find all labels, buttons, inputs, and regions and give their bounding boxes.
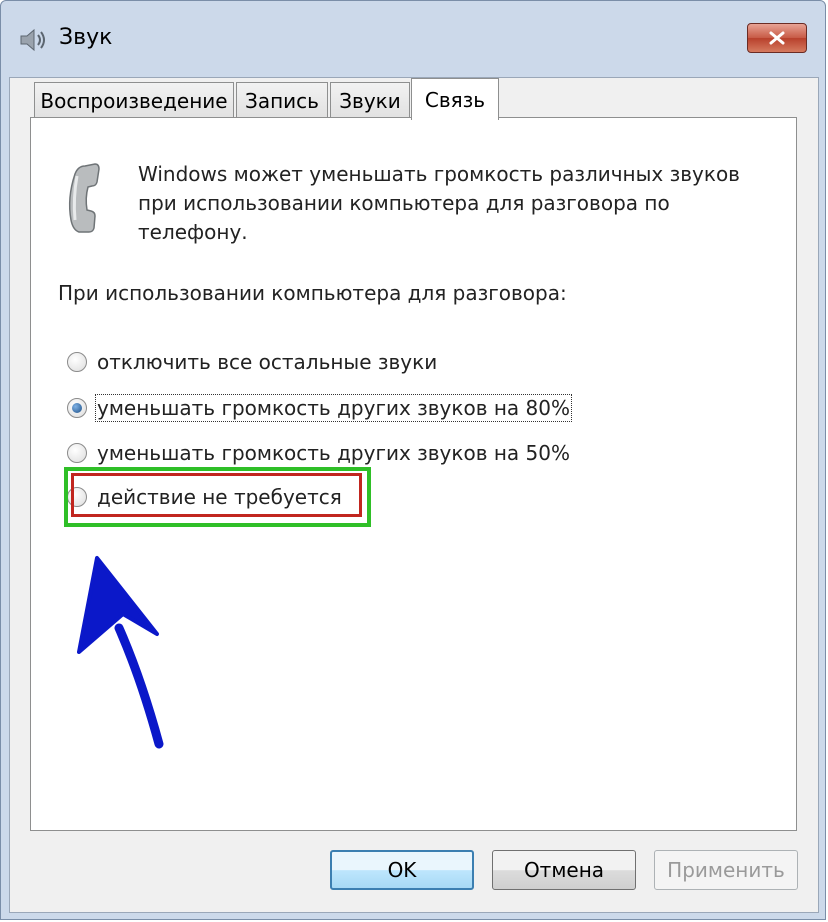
- window-title: Звук: [59, 25, 113, 50]
- option-label[interactable]: уменьшать громкость других звуков на 50%: [97, 441, 570, 465]
- tab-communications[interactable]: Связь: [411, 78, 499, 120]
- option-mute-all[interactable]: отключить все остальные звуки: [67, 350, 437, 374]
- group-label: При использовании компьютера для разгово…: [58, 281, 567, 305]
- tab-sounds[interactable]: Звуки: [330, 82, 410, 118]
- annotation-red-box: [71, 473, 362, 517]
- option-label[interactable]: уменьшать громкость других звуков на 80%: [95, 394, 572, 422]
- cancel-button[interactable]: Отмена: [492, 850, 636, 890]
- option-label[interactable]: отключить все остальные звуки: [97, 350, 437, 374]
- description-line: при использовании компьютера для разгово…: [138, 191, 670, 215]
- title-bar[interactable]: Звук: [1, 1, 825, 81]
- radio-button[interactable]: [67, 443, 87, 463]
- annotation-arrow-icon: [77, 556, 164, 749]
- sound-dialog: Звук Воспроизведение Запись Звуки Связь …: [0, 0, 826, 920]
- tab-recording[interactable]: Запись: [236, 82, 328, 118]
- communications-panel: Windows может уменьшать громкость различ…: [30, 117, 797, 831]
- radio-button[interactable]: [67, 352, 87, 372]
- option-reduce-80[interactable]: уменьшать громкость других звуков на 80%: [67, 394, 572, 422]
- radio-button-selected[interactable]: [67, 398, 87, 418]
- description-line: Windows может уменьшать громкость различ…: [138, 162, 740, 186]
- description-text: Windows может уменьшать громкость различ…: [138, 160, 778, 247]
- phone-handset-icon: [68, 163, 100, 233]
- speaker-icon: [20, 28, 45, 52]
- apply-button[interactable]: Применить: [654, 850, 798, 890]
- option-reduce-50[interactable]: уменьшать громкость других звуков на 50%: [67, 441, 570, 465]
- dialog-body: Воспроизведение Запись Звуки Связь Windo…: [9, 77, 819, 913]
- tab-playback[interactable]: Воспроизведение: [34, 82, 234, 118]
- close-icon: [769, 31, 785, 45]
- close-button[interactable]: [747, 23, 807, 53]
- ok-button[interactable]: OK: [330, 850, 474, 890]
- description-line: телефону.: [138, 220, 248, 244]
